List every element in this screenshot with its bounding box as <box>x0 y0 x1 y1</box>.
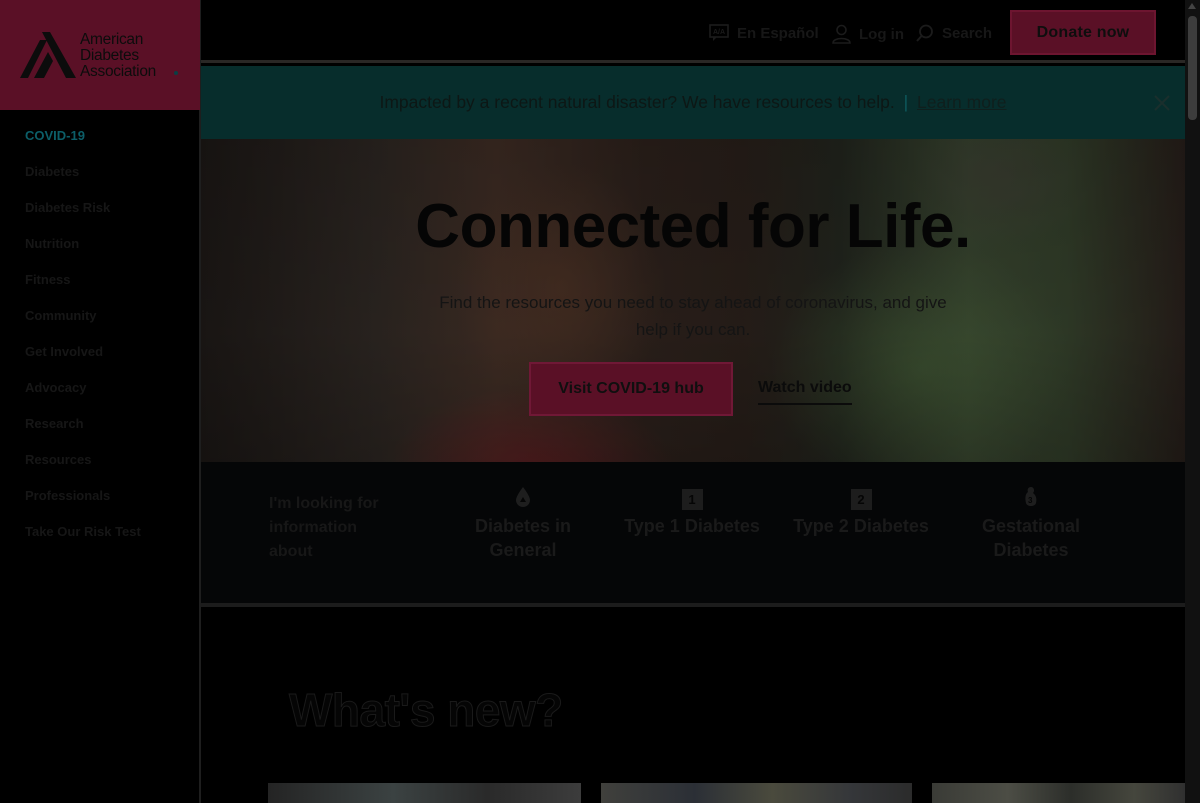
type-1-badge-icon: 1 <box>617 486 767 510</box>
covid-hub-button[interactable]: Visit COVID-19 hub <box>529 362 733 416</box>
hero-title: Connected for Life. <box>415 192 971 261</box>
scrollbar[interactable] <box>1185 0 1200 803</box>
sidebar: American Diabetes Association COVID-19 D… <box>0 0 201 803</box>
news-card-image[interactable] <box>601 783 912 803</box>
scroll-up-arrow-icon[interactable] <box>1188 3 1196 9</box>
whats-new-title: What's new? <box>289 684 564 737</box>
logo-text: American Diabetes Association <box>80 31 156 80</box>
sidebar-item-get-involved[interactable]: Get Involved <box>25 344 141 380</box>
svg-text:A/A: A/A <box>713 29 725 36</box>
alert-message: Impacted by a recent natural disaster? W… <box>379 92 1007 112</box>
sidebar-item-diabetes-risk[interactable]: Diabetes Risk <box>25 200 141 236</box>
whats-new-section: What's new? <box>201 607 1185 803</box>
hero: Connected for Life. Find the resources y… <box>201 139 1185 462</box>
hero-subtitle: Find the resources you need to stay ahea… <box>439 293 947 339</box>
scrollbar-thumb[interactable] <box>1188 16 1197 120</box>
alert-banner: Impacted by a recent natural disaster? W… <box>201 66 1185 139</box>
user-icon <box>832 24 851 44</box>
sidebar-item-covid-19[interactable]: COVID-19 <box>25 128 141 164</box>
logo[interactable]: American Diabetes Association <box>0 0 200 110</box>
topic-type-2-diabetes[interactable]: 2 Type 2 Diabetes <box>786 486 936 538</box>
watch-video-link[interactable]: Watch video <box>758 379 852 405</box>
logo-dot <box>174 71 178 75</box>
drop-icon <box>516 487 530 507</box>
login-link[interactable]: Log in <box>832 24 904 44</box>
sidebar-item-professionals[interactable]: Professionals <box>25 488 141 524</box>
search-link[interactable]: Search <box>916 24 992 42</box>
language-link[interactable]: A/A En Español <box>709 24 819 42</box>
ada-logo-icon <box>20 32 76 78</box>
topic-type-1-diabetes[interactable]: 1 Type 1 Diabetes <box>617 486 767 538</box>
sidebar-item-nutrition[interactable]: Nutrition <box>25 236 141 272</box>
sidebar-item-resources[interactable]: Resources <box>25 452 141 488</box>
sidebar-item-community[interactable]: Community <box>25 308 141 344</box>
news-card-image[interactable] <box>932 783 1185 803</box>
close-icon[interactable] <box>1152 93 1172 113</box>
language-icon: A/A <box>709 24 729 41</box>
donate-button[interactable]: Donate now <box>1010 10 1156 55</box>
search-icon <box>916 24 933 42</box>
sidebar-nav: COVID-19 Diabetes Diabetes Risk Nutritio… <box>25 128 141 560</box>
sidebar-item-research[interactable]: Research <box>25 416 141 452</box>
info-topics-strip: I'm looking for information about Diabet… <box>201 462 1185 607</box>
alert-learn-more-link[interactable]: Learn more <box>917 92 1007 112</box>
topic-gestational-diabetes[interactable]: 3 Gestational Diabetes <box>970 486 1092 562</box>
svg-text:3: 3 <box>1028 496 1033 505</box>
sidebar-item-risk-test[interactable]: Take Our Risk Test <box>25 524 141 560</box>
type-2-badge-icon: 2 <box>786 486 936 510</box>
news-card-image[interactable] <box>268 783 581 803</box>
topic-diabetes-in-general[interactable]: Diabetes in General <box>463 486 583 562</box>
info-label: I'm looking for information about <box>269 495 379 560</box>
gestational-icon: 3 <box>1025 487 1037 506</box>
page: American Diabetes Association COVID-19 D… <box>0 0 1200 803</box>
sidebar-item-fitness[interactable]: Fitness <box>25 272 141 308</box>
top-bar: A/A En Español Log in Search Donate now <box>201 0 1185 63</box>
sidebar-item-advocacy[interactable]: Advocacy <box>25 380 141 416</box>
sidebar-item-diabetes[interactable]: Diabetes <box>25 164 141 200</box>
